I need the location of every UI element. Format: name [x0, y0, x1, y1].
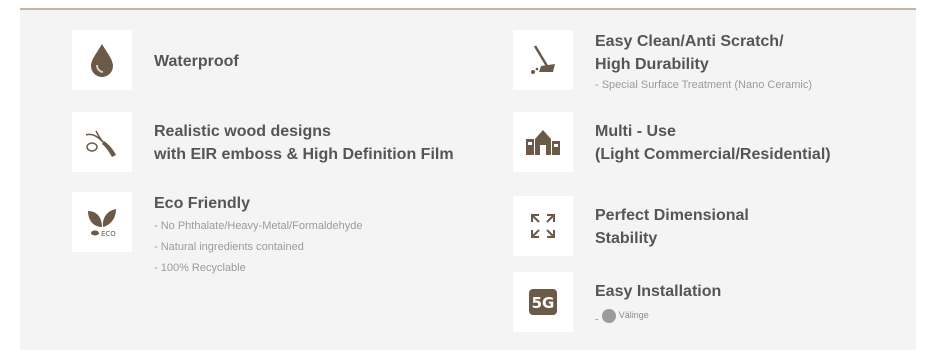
svg-text:5G: 5G — [532, 294, 555, 312]
feature-easy-installation: 5G Easy Installation - Välinge — [513, 272, 721, 332]
features-panel: Waterproof Easy Clean/Anti Scratch/ High… — [20, 8, 916, 350]
eco-leaves-icon: ECO — [72, 192, 132, 252]
5g-badge-icon: 5G — [513, 272, 573, 332]
valinge-logo-text: Välinge — [618, 310, 649, 320]
stability-title-line2: Stability — [595, 230, 658, 247]
multi-use-title-line2: (Light Commercial/Residential) — [595, 146, 831, 163]
expand-arrows-icon — [513, 196, 573, 256]
realistic-title-line1: Realistic wood designs — [154, 123, 331, 140]
easy-clean-title-line2: High Durability — [595, 56, 709, 73]
feature-easy-clean: Easy Clean/Anti Scratch/ High Durability… — [513, 30, 812, 94]
waterproof-title: Waterproof — [154, 53, 239, 70]
feature-realistic-wood: Realistic wood designs with EIR emboss &… — [72, 112, 454, 172]
buildings-icon — [513, 112, 573, 172]
eco-sub-3: - 100% Recyclable — [154, 262, 246, 274]
stability-title-line1: Perfect Dimensional — [595, 207, 749, 224]
multi-use-title-line1: Multi - Use — [595, 123, 676, 140]
installation-title: Easy Installation — [595, 283, 722, 300]
realistic-title-line2: with EIR emboss & High Definition Film — [154, 146, 454, 163]
feature-stability: Perfect Dimensional Stability — [513, 196, 749, 256]
feature-eco-friendly: ECO Eco Friendly - No Phthalate/Heavy-Me… — [72, 192, 362, 277]
feature-multi-use: Multi - Use (Light Commercial/Residentia… — [513, 112, 831, 172]
feature-waterproof: Waterproof — [72, 30, 239, 90]
eco-sub-1: - No Phthalate/Heavy-Metal/Formaldehyde — [154, 220, 363, 232]
water-drop-icon — [72, 30, 132, 90]
mop-broom-icon — [513, 30, 573, 90]
valinge-logo: Välinge — [601, 307, 649, 324]
eco-sub-2: - Natural ingredients contained — [154, 241, 304, 253]
easy-clean-sub: - Special Surface Treatment (Nano Cerami… — [595, 79, 813, 91]
svg-text:ECO: ECO — [101, 230, 116, 238]
eco-title: Eco Friendly — [154, 195, 251, 212]
wood-branch-icon — [72, 112, 132, 172]
installation-sub-prefix: - — [595, 313, 599, 326]
easy-clean-title-line1: Easy Clean/Anti Scratch/ — [595, 33, 784, 50]
valinge-logo-icon — [601, 308, 616, 323]
